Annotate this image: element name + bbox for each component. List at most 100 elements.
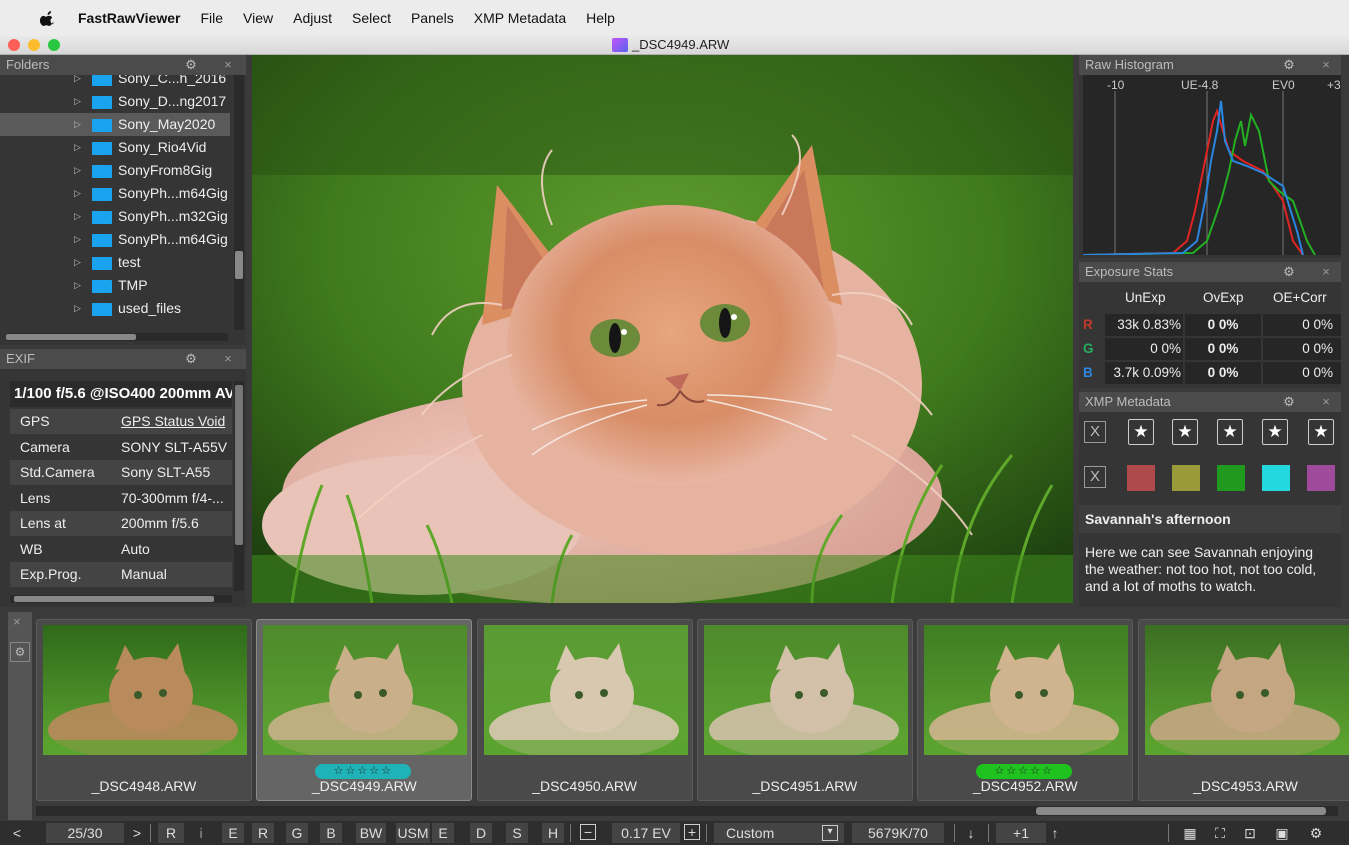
color-label-swatch[interactable] — [1217, 465, 1245, 491]
main-image-viewer[interactable] — [252, 55, 1073, 603]
scroll-thumb[interactable] — [1036, 807, 1326, 815]
thumbnail[interactable]: _DSC4951.ARW — [696, 619, 913, 801]
menu-panels[interactable]: Panels — [411, 10, 454, 26]
filmstrip-scrollbar[interactable] — [36, 806, 1338, 816]
red-channel-button[interactable]: R — [252, 823, 274, 843]
folder-item[interactable]: ▷ SonyFrom8Gig — [0, 159, 230, 182]
chevron-right-icon[interactable]: ▷ — [74, 228, 81, 251]
thumbnail[interactable]: ☆☆☆☆☆ _DSC4952.ARW — [917, 619, 1134, 801]
download-icon[interactable]: ⊡ — [1240, 823, 1260, 843]
menu-app[interactable]: FastRawViewer — [78, 10, 180, 26]
folder-item[interactable]: ▷ used_files — [0, 297, 230, 320]
menu-adjust[interactable]: Adjust — [293, 10, 332, 26]
folder-item[interactable]: ▷ SonyPh...m64Gig — [0, 182, 230, 205]
star-4-button[interactable]: ★ — [1262, 419, 1288, 445]
close-window-button[interactable] — [8, 39, 20, 51]
chevron-right-icon[interactable]: ▷ — [74, 205, 81, 228]
headline-field[interactable]: Savannah's afternoon — [1079, 505, 1341, 533]
green-channel-button[interactable]: G — [286, 823, 308, 843]
scroll-thumb[interactable] — [14, 596, 214, 602]
color-label-swatch[interactable] — [1262, 465, 1290, 491]
usm-button[interactable]: USM — [396, 823, 430, 843]
color-label-swatch[interactable] — [1172, 465, 1200, 491]
folders-vscrollbar[interactable] — [234, 75, 244, 330]
close-icon[interactable]: × — [1319, 55, 1333, 75]
folder-item[interactable]: ▷ SonyPh...m64Gig — [0, 228, 230, 251]
grid-view-icon[interactable]: ▦ — [1180, 823, 1200, 843]
menu-help[interactable]: Help — [586, 10, 615, 26]
white-balance-value[interactable]: 5679K/70 — [852, 823, 944, 843]
star-1-button[interactable]: ★ — [1128, 419, 1154, 445]
color-label-swatch[interactable] — [1307, 465, 1335, 491]
folder-item[interactable]: ▷ Sony_C...h_2016 — [0, 75, 230, 90]
star-5-button[interactable]: ★ — [1308, 419, 1334, 445]
arrow-up-button[interactable]: ↑ — [1048, 823, 1062, 843]
minimize-window-button[interactable] — [28, 39, 40, 51]
color-label-swatch[interactable] — [1127, 465, 1155, 491]
chevron-right-icon[interactable]: ▷ — [74, 136, 81, 159]
profile-select[interactable]: Custom ▾ — [714, 823, 844, 843]
close-icon[interactable]: × — [221, 55, 235, 75]
chevron-right-icon[interactable]: ▷ — [74, 182, 81, 205]
next-image-button[interactable]: > — [130, 823, 144, 843]
menu-view[interactable]: View — [243, 10, 273, 26]
folder-item[interactable]: ▷ test — [0, 251, 230, 274]
chevron-right-icon[interactable]: ▷ — [74, 113, 81, 136]
thumbnail[interactable]: _DSC4950.ARW — [476, 619, 693, 801]
exif-hscrollbar[interactable] — [10, 595, 232, 603]
gear-icon[interactable]: ⚙ — [1306, 823, 1326, 843]
chevron-down-icon[interactable]: ▾ — [822, 825, 838, 841]
thumbnail[interactable]: ☆☆☆☆☆ _DSC4949.ARW — [256, 619, 473, 801]
thumbnail[interactable]: _DSC4948.ARW — [36, 619, 252, 801]
star-2-button[interactable]: ★ — [1172, 419, 1198, 445]
gear-icon[interactable]: ⚙ — [1281, 394, 1297, 410]
chevron-right-icon[interactable]: ▷ — [74, 297, 81, 320]
folder-item[interactable]: ▷ SonyPh...m32Gig — [0, 205, 230, 228]
gear-icon[interactable]: ⚙ — [1281, 57, 1297, 73]
chevron-right-icon[interactable]: ▷ — [74, 159, 81, 182]
chevron-right-icon[interactable]: ▷ — [74, 274, 81, 297]
gear-icon[interactable]: ⚙ — [1281, 264, 1297, 280]
gear-icon[interactable]: ⚙ — [183, 351, 199, 367]
raw-button[interactable]: R — [158, 823, 184, 843]
chevron-right-icon[interactable]: ▷ — [74, 90, 81, 113]
highlights-button[interactable]: H — [542, 823, 564, 843]
close-icon[interactable]: × — [221, 349, 235, 369]
clear-rating-button[interactable]: X — [1084, 421, 1106, 443]
ev-step-value[interactable]: +1 — [996, 823, 1046, 843]
scroll-thumb[interactable] — [235, 385, 243, 545]
ev-minus-button[interactable]: − — [580, 824, 596, 840]
bw-button[interactable]: BW — [356, 823, 386, 843]
scroll-thumb[interactable] — [6, 334, 136, 340]
close-icon[interactable]: × — [1319, 392, 1333, 412]
chevron-right-icon[interactable]: ▷ — [74, 251, 81, 274]
star-3-button[interactable]: ★ — [1217, 419, 1243, 445]
chevron-right-icon[interactable]: ▷ — [74, 75, 81, 90]
scroll-thumb[interactable] — [235, 251, 243, 279]
apple-icon[interactable] — [40, 10, 56, 26]
close-icon[interactable]: × — [1319, 262, 1333, 282]
exif-value[interactable]: GPS Status Void — [121, 409, 225, 434]
arrow-down-button[interactable]: ↓ — [964, 823, 978, 843]
folders-hscrollbar[interactable] — [6, 333, 228, 341]
usm-edit-button[interactable]: E — [432, 823, 454, 843]
exif-vscrollbar[interactable] — [234, 381, 244, 591]
blue-channel-button[interactable]: B — [320, 823, 342, 843]
gear-icon[interactable]: ⚙ — [10, 642, 30, 662]
gear-icon[interactable]: ⚙ — [183, 57, 199, 73]
description-field[interactable]: Here we can see Savannah enjoying the we… — [1085, 544, 1335, 595]
exposure-button[interactable]: E — [222, 823, 244, 843]
close-icon[interactable]: × — [13, 614, 21, 629]
folder-item[interactable]: ▷ TMP — [0, 274, 230, 297]
clear-color-button[interactable]: X — [1084, 466, 1106, 488]
shadows-button[interactable]: D — [470, 823, 492, 843]
info-button[interactable]: i — [192, 823, 210, 843]
fullscreen-icon[interactable]: ⛶ — [1210, 823, 1230, 843]
ev-plus-button[interactable]: + — [684, 824, 700, 840]
menu-select[interactable]: Select — [352, 10, 391, 26]
thumbnail[interactable]: _DSC4953.ARW — [1137, 619, 1349, 801]
zoom-window-button[interactable] — [48, 39, 60, 51]
menu-file[interactable]: File — [200, 10, 223, 26]
saturation-button[interactable]: S — [506, 823, 528, 843]
prev-image-button[interactable]: < — [10, 823, 24, 843]
